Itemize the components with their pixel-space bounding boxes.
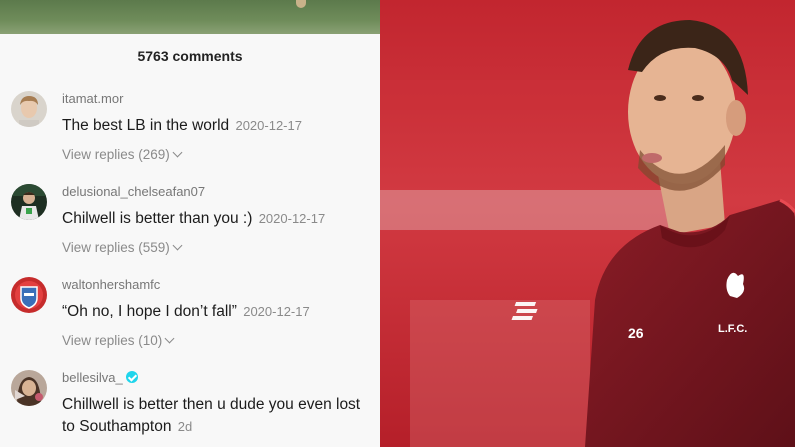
comments-count: 5763 comments (137, 48, 243, 64)
comment-item: waltonhershamfc “Oh no, I hope I don’t f… (0, 277, 380, 369)
view-replies-button[interactable]: View replies (10) (62, 333, 175, 348)
comment-username[interactable]: delusional_chelseafan07 (62, 184, 205, 199)
comment-text: The best LB in the world 2020-12-17 (62, 117, 302, 134)
comment-text: “Oh no, I hope I don’t fall” 2020-12-17 (62, 303, 310, 320)
view-replies-button[interactable]: View replies (269) (62, 147, 183, 162)
comment-date: 2020-12-17 (235, 118, 302, 133)
club-crest-text: L.F.C. (718, 323, 747, 335)
chevron-down-icon (164, 333, 175, 344)
video-preview-strip[interactable] (0, 0, 380, 34)
chevron-down-icon (172, 240, 183, 251)
comment-username[interactable]: waltonhershamfc (62, 277, 160, 292)
player-photo: 26 L.F.C. (380, 0, 795, 447)
comment-item: delusional_chelseafan07 Chilwell is bett… (0, 184, 380, 276)
comment-date: 2020-12-17 (258, 211, 326, 226)
woman-avatar-icon[interactable] (11, 370, 47, 406)
comment-item: bellesilva_ Chillwell is better then u d… (0, 370, 380, 447)
verified-badge-icon (125, 371, 138, 383)
young-man-avatar-icon[interactable] (11, 91, 47, 127)
comment-text: Chilwell is better than you :) 2020-12-1… (62, 210, 326, 227)
view-replies-button[interactable]: View replies (559) (62, 240, 183, 255)
jersey-number: 26 (628, 325, 644, 341)
comment-username[interactable]: itamat.mor (62, 91, 123, 106)
video-detail (296, 0, 306, 8)
comment-date: 2d (177, 419, 193, 434)
chevron-down-icon (172, 147, 183, 158)
comments-panel: 5763 comments itamat.mor The best LB in … (0, 0, 380, 447)
footballer-avatar-icon[interactable] (11, 184, 47, 220)
comment-item: itamat.mor The best LB in the world 2020… (0, 91, 380, 183)
comment-username[interactable]: bellesilva_ (62, 370, 138, 385)
club-crest-avatar-icon[interactable] (11, 277, 47, 313)
comment-text: Chillwell is better then u dude you even… (62, 396, 361, 435)
comment-date: 2020-12-17 (243, 304, 310, 319)
